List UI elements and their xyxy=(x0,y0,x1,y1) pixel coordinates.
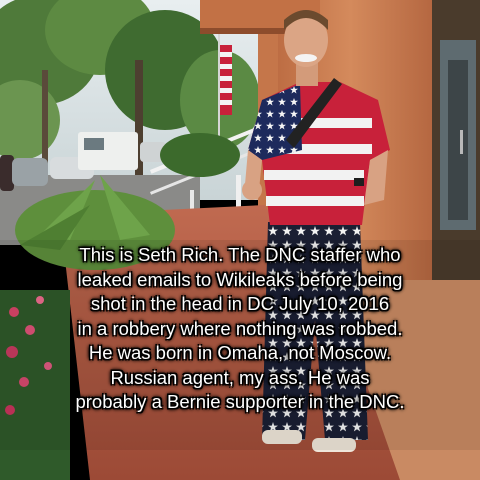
flag-pole xyxy=(218,20,220,150)
caption-line: leaked emails to Wikileaks before being xyxy=(77,268,403,290)
caption-line: Russian agent, my ass. He was xyxy=(110,366,370,388)
thumbs-up-hand xyxy=(242,180,262,200)
meme-image: This is Seth Rich. The DNC staffer who l… xyxy=(0,0,480,480)
caption-line: This is Seth Rich. The DNC staffer who xyxy=(79,244,401,265)
caption-line: probably a Bernie supporter in the DNC. xyxy=(75,391,405,412)
caption-line: He was born in Omaha, not Moscow. xyxy=(88,342,392,363)
american-flag xyxy=(220,45,232,115)
caption-line: in a robbery where nothing was robbed. xyxy=(77,317,403,339)
caption-line: shot in the head in DC July 10, 2016 xyxy=(90,293,390,314)
meme-caption: This is Seth Rich. The DNC staffer who l… xyxy=(30,243,450,415)
hedge xyxy=(160,133,240,177)
